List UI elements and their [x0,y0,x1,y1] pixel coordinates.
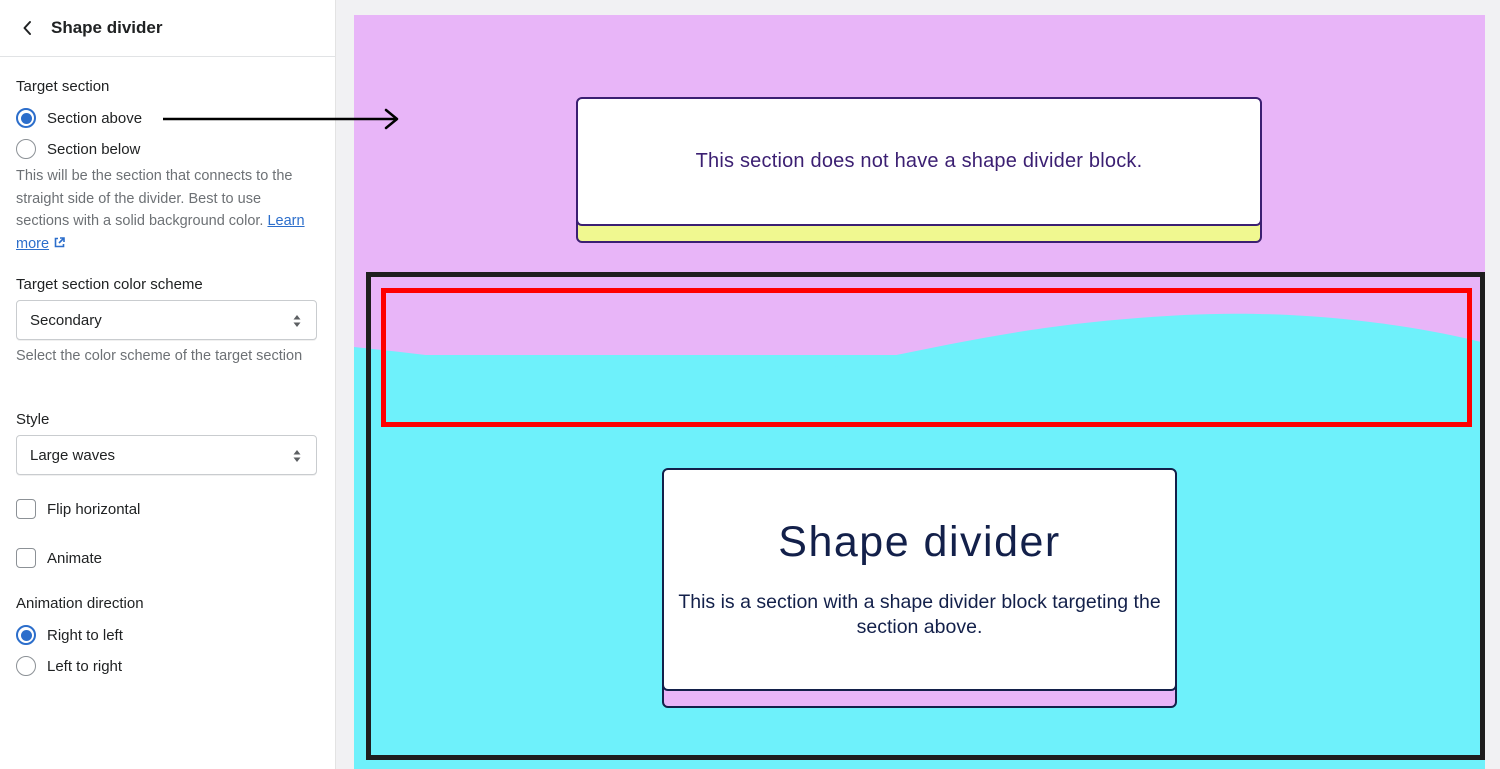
radio-section-below[interactable]: Section below [16,139,140,159]
panel-title: Shape divider [51,18,163,37]
external-link-icon [54,236,65,247]
target-section-help: This will be the section that connects t… [16,165,316,255]
bottom-section-card: Shape divider This is a section with a s… [662,468,1177,691]
shape-divider-heading: Shape divider [778,518,1061,566]
chevron-left-icon [23,21,31,35]
style-select[interactable]: Large waves [16,435,317,475]
radio-button[interactable] [16,139,36,159]
top-section-card: This section does not have a shape divid… [576,97,1262,226]
style-label: Style [16,411,50,428]
checkbox[interactable] [16,548,36,568]
sidebar-header: Shape divider [0,0,335,57]
target-section-help-text: This will be the section that connects t… [16,168,293,229]
radio-section-above[interactable]: Section above [16,108,142,128]
description-text: This is a section with a shape divider b… [678,591,1161,638]
back-button[interactable] [18,19,36,37]
color-scheme-value: Secondary [30,311,102,329]
select-arrows-icon [293,315,301,327]
radio-label: Right to left [47,626,123,644]
radio-right-to-left[interactable]: Right to left [16,625,123,645]
shape-divider-description: This is a section with a shape divider b… [664,590,1175,640]
radio-left-to-right[interactable]: Left to right [16,656,122,676]
select-arrows-icon [293,450,301,462]
checkbox[interactable] [16,499,36,519]
checkbox-label: Flip horizontal [47,500,141,518]
checkbox-label: Animate [47,549,103,567]
color-scheme-label: Target section color scheme [16,276,203,293]
color-scheme-help: Select the color scheme of the target se… [16,348,303,364]
radio-button-checked[interactable] [16,108,36,128]
radio-button-checked[interactable] [16,625,36,645]
animation-direction-label: Animation direction [16,595,144,612]
style-value: Large waves [30,446,116,464]
radio-label: Left to right [47,657,123,675]
radio-label: Section below [47,140,141,158]
color-scheme-select[interactable]: Secondary [16,300,317,340]
arrow-right-icon [163,108,399,130]
animate-checkbox[interactable]: Animate [16,548,102,568]
top-section-text: This section does not have a shape divid… [695,150,1143,172]
theme-preview: This section does not have a shape divid… [354,15,1485,769]
flip-horizontal-checkbox[interactable]: Flip horizontal [16,499,140,519]
large-waves-divider-shape [354,295,1485,415]
radio-button[interactable] [16,656,36,676]
target-section-label: Target section [16,78,110,95]
radio-label: Section above [47,109,143,127]
